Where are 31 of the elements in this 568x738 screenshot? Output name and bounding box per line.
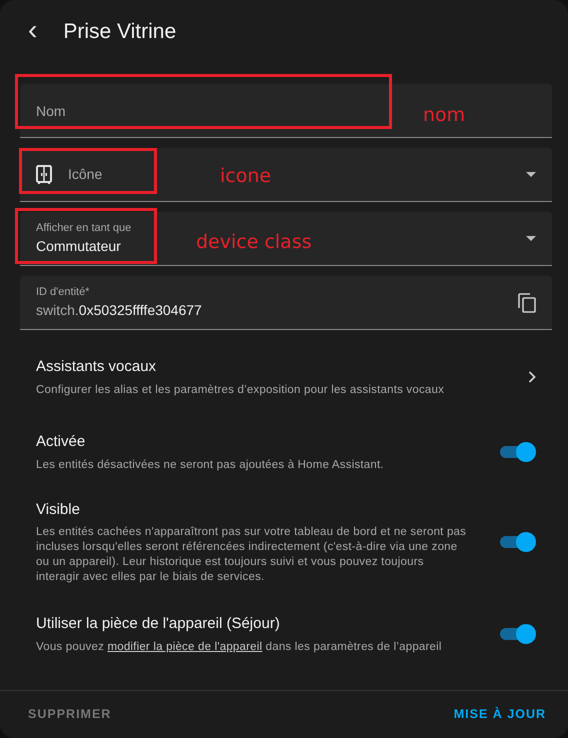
copy-icon[interactable] <box>518 292 536 312</box>
setting-title: Visible <box>36 500 81 520</box>
setting-description: Les entités cachées n'apparaîtront pas sur votre tableau de bord et ne seront pas incluses lorsqu'elles seront référencées indirectement (c'est-à-dire via une zone ou un appareil). Leur historique est toujours suivi et vous pouvez toujours interagir avec elles par le biais de services. <box>36 525 468 586</box>
annotation-label: icone <box>220 164 272 189</box>
field-value: switch.0x50325ffffe304677 <box>36 301 202 320</box>
setting-description: Les entités désactivées ne seront pas ajoutées à Home Assistant. <box>36 458 385 473</box>
setting-description: Vous pouvez modifier la pièce de l'appareil dans les paramètres de l’appareil <box>36 640 443 655</box>
setting-title: Utiliser la pièce de l'appareil (Séjour) <box>36 614 281 634</box>
setting-title: Assistants vocaux <box>36 357 158 377</box>
field-value: Commutateur <box>36 237 122 256</box>
chevron-right-icon <box>528 370 536 383</box>
toggle-switch[interactable] <box>498 532 536 552</box>
back-button[interactable]: ‹ <box>22 16 44 44</box>
toggle-switch[interactable] <box>498 442 536 462</box>
annotation-label: device class <box>196 230 312 255</box>
settings-link[interactable]: modifier la pièce de l'appareil <box>107 640 262 653</box>
entity-id-field[interactable]: ID d'entité* switch.0x50325ffffe304677 <box>20 276 552 330</box>
field-label: ID d'entité* <box>36 284 90 300</box>
setting-description: Configurer les alias et les paramètres d’exposition pour les assistants vocaux <box>36 382 444 398</box>
field-label: Icône <box>68 165 102 184</box>
field-label: Afficher en tant que <box>36 220 132 236</box>
update-button[interactable]: MISE À JOUR <box>446 699 554 730</box>
toggle-switch[interactable] <box>498 624 536 644</box>
annotation-label: nom <box>423 103 466 128</box>
delete-button[interactable]: SUPPRIMER <box>20 699 120 730</box>
dialog-title: Prise Vitrine <box>63 19 176 46</box>
setting-title: Activée <box>36 432 86 452</box>
dropdown-caret-icon <box>526 236 536 241</box>
dropdown-caret-icon <box>526 172 536 177</box>
assistants-row[interactable]: Assistants vocaux Configurer les alias et les paramètres d’exposition pour les assistants vocaux <box>20 356 552 398</box>
cabinet-icon <box>36 164 52 184</box>
